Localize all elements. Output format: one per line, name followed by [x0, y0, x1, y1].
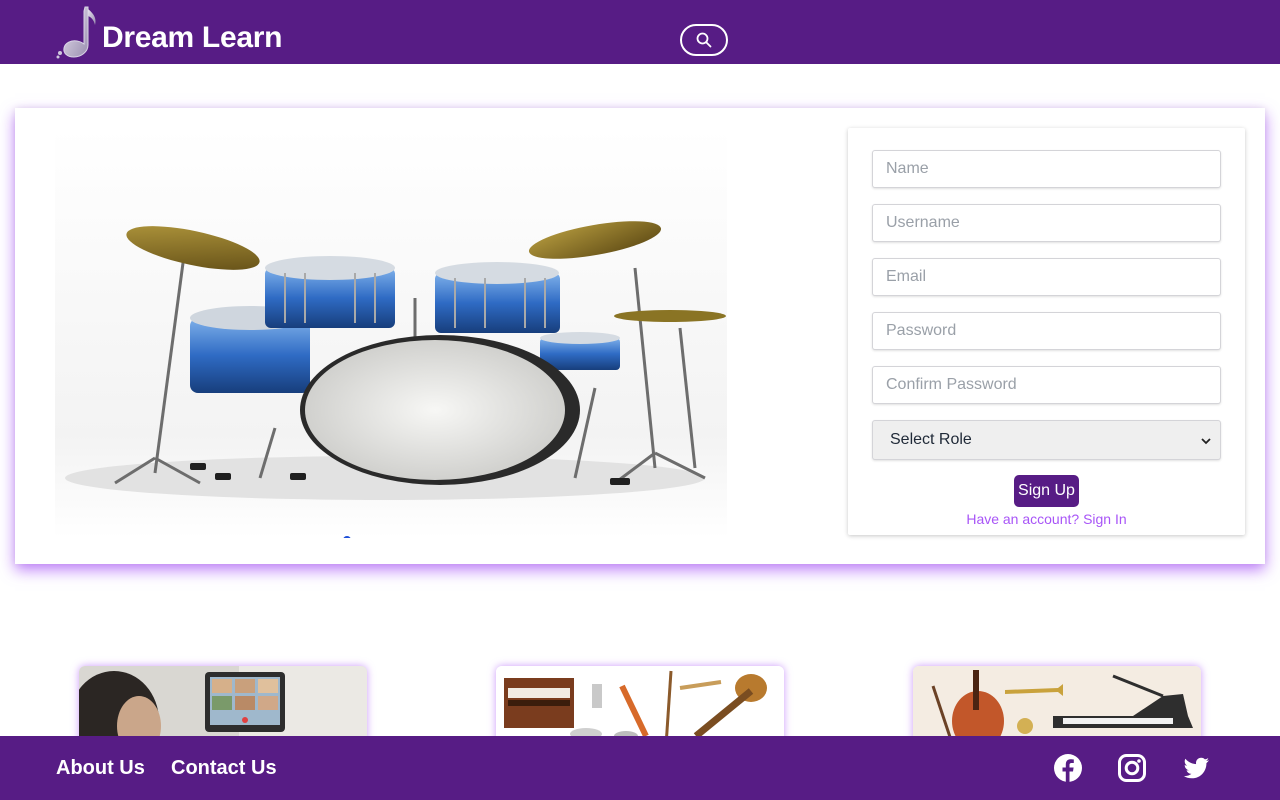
tile-indian-instruments[interactable] [496, 666, 784, 746]
music-note-icon[interactable] [55, 5, 99, 59]
password-field[interactable] [872, 312, 1221, 350]
twitter-icon[interactable] [1181, 753, 1211, 783]
role-select[interactable]: Select Role [872, 420, 1221, 460]
username-field[interactable] [872, 204, 1221, 242]
signup-form: Select Role Sign Up Have an account? Sig… [848, 128, 1245, 535]
sign-up-button[interactable]: Sign Up [1014, 475, 1079, 507]
search-icon [696, 32, 712, 48]
instagram-icon[interactable] [1117, 753, 1147, 783]
footer-bar: About Us Contact Us [0, 736, 1280, 800]
carousel-dot-active[interactable] [343, 536, 351, 538]
about-us-link[interactable]: About Us [56, 756, 145, 780]
image-carousel[interactable] [55, 128, 727, 538]
sign-in-link[interactable]: Have an account? Sign In [848, 511, 1245, 527]
confirm-password-field[interactable] [872, 366, 1221, 404]
western-instruments-image [913, 666, 1201, 746]
search-button[interactable] [680, 24, 728, 56]
drum-kit-image [55, 128, 727, 538]
email-field[interactable] [872, 258, 1221, 296]
indian-instruments-image [496, 666, 784, 746]
hero-card: Select Role Sign Up Have an account? Sig… [15, 108, 1265, 564]
name-field[interactable] [872, 150, 1221, 188]
contact-us-link[interactable]: Contact Us [171, 756, 277, 780]
tile-western-instruments[interactable] [913, 666, 1201, 746]
role-select-value: Select Role [890, 431, 972, 448]
online-class-image [79, 666, 367, 746]
tile-online-class[interactable] [79, 666, 367, 746]
brand-title[interactable]: Dream Learn [102, 19, 282, 57]
header-bar: Dream Learn [0, 0, 1280, 64]
chevron-down-icon [1201, 438, 1211, 445]
facebook-icon[interactable] [1053, 753, 1083, 783]
